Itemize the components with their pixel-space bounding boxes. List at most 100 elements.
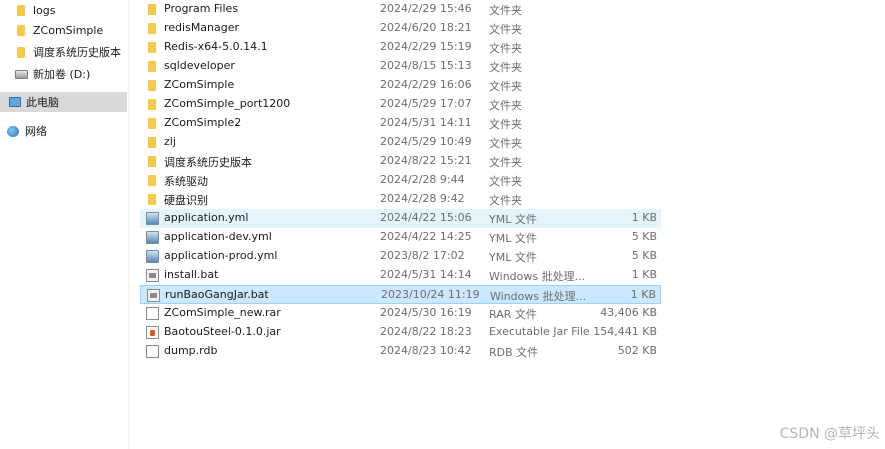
sidebar-item-logs[interactable]: logs <box>0 0 127 20</box>
folder-icon <box>17 24 25 36</box>
file-date: 2024/5/29 10:49 <box>380 135 472 148</box>
file-name: dump.rdb <box>164 344 218 357</box>
file-type: YML 文件 <box>489 213 537 226</box>
file-date: 2024/8/23 10:42 <box>380 344 472 357</box>
file-name: sqldeveloper <box>164 59 235 72</box>
file-name: application.yml <box>164 211 249 224</box>
file-size: 5 KB <box>631 230 657 243</box>
file-row[interactable]: Redis-x64-5.0.14.1 2024/2/29 15:19 文件夹 <box>140 38 661 57</box>
file-size: 154,441 KB <box>593 325 657 338</box>
file-type: 文件夹 <box>489 156 522 169</box>
file-type: 文件夹 <box>489 80 522 93</box>
file-type: 文件夹 <box>489 61 522 74</box>
file-row[interactable]: BaotouSteel-0.1.0.jar 2024/8/22 18:23 Ex… <box>140 323 661 342</box>
navigation-pane: logs ZComSimple 调度系统历史版本 新加卷 (D:) 此电脑 网络 <box>0 0 127 449</box>
file-name: ZComSimple2 <box>164 116 242 129</box>
file-row[interactable]: install.bat 2024/5/31 14:14 Windows 批处理.… <box>140 266 661 285</box>
file-date: 2024/2/28 9:42 <box>380 192 465 205</box>
file-row[interactable]: application-dev.yml 2024/4/22 14:25 YML … <box>140 228 661 247</box>
file-name: zlj <box>164 135 176 148</box>
file-date: 2024/5/29 17:07 <box>380 97 472 110</box>
folder-icon <box>17 46 25 58</box>
file-type: Windows 批处理... <box>490 290 587 303</box>
folder-icon <box>148 61 156 72</box>
file-date: 2023/10/24 11:19 <box>381 288 480 301</box>
file-row[interactable]: application-prod.yml 2023/8/2 17:02 YML … <box>140 247 661 266</box>
file-name: ZComSimple_port1200 <box>164 97 291 110</box>
file-type: 文件夹 <box>489 137 522 150</box>
sidebar-item-label: 网络 <box>25 125 47 138</box>
folder-icon <box>148 80 156 91</box>
sidebar-item-drive-d[interactable]: 新加卷 (D:) <box>0 64 127 84</box>
folder-icon <box>148 42 156 53</box>
folder-icon <box>148 99 156 110</box>
file-size: 502 KB <box>617 344 657 357</box>
file-type: YML 文件 <box>489 232 537 245</box>
file-name: 系统驱动 <box>164 175 208 188</box>
file-date: 2024/5/31 14:14 <box>380 268 472 281</box>
watermark: CSDN @草坪头 <box>779 426 880 442</box>
file-date: 2024/2/29 15:46 <box>380 2 472 15</box>
file-name: Redis-x64-5.0.14.1 <box>164 40 268 53</box>
file-type: Windows 批处理... <box>489 270 586 283</box>
file-row[interactable]: sqldeveloper 2024/8/15 15:13 文件夹 <box>140 57 661 76</box>
file-date: 2024/2/29 16:06 <box>380 78 472 91</box>
folder-icon <box>148 4 156 15</box>
file-row[interactable]: zlj 2024/5/29 10:49 文件夹 <box>140 133 661 152</box>
file-type: 文件夹 <box>489 23 522 36</box>
folder-icon <box>148 23 156 34</box>
file-row[interactable]: Program Files 2024/2/29 15:46 文件夹 <box>140 0 661 19</box>
folder-icon <box>148 175 156 186</box>
file-type: 文件夹 <box>489 118 522 131</box>
sidebar-item-zcomsimple[interactable]: ZComSimple <box>0 20 127 40</box>
file-type: 文件夹 <box>489 4 522 17</box>
file-date: 2024/6/20 18:21 <box>380 21 472 34</box>
sidebar-item-label: 新加卷 (D:) <box>33 68 91 81</box>
sidebar-item-network[interactable]: 网络 <box>0 121 127 141</box>
file-date: 2024/5/31 14:11 <box>380 116 472 129</box>
file-row[interactable]: 系统驱动 2024/2/28 9:44 文件夹 <box>140 171 661 190</box>
file-row[interactable]: runBaoGangJar.bat 2023/10/24 11:19 Windo… <box>140 285 661 304</box>
file-row[interactable]: ZComSimple2 2024/5/31 14:11 文件夹 <box>140 114 661 133</box>
folder-icon <box>17 4 25 16</box>
file-size: 1 KB <box>630 288 656 301</box>
file-row[interactable]: 调度系统历史版本 2024/8/22 15:21 文件夹 <box>140 152 661 171</box>
file-name: 调度系统历史版本 <box>164 156 252 169</box>
file-date: 2024/8/15 15:13 <box>380 59 472 72</box>
file-row[interactable]: ZComSimple_new.rar 2024/5/30 16:19 RAR 文… <box>140 304 661 323</box>
file-row[interactable]: dump.rdb 2024/8/23 10:42 RDB 文件 502 KB <box>140 342 661 361</box>
file-row[interactable]: redisManager 2024/6/20 18:21 文件夹 <box>140 19 661 38</box>
file-name: Program Files <box>164 2 239 15</box>
file-size: 1 KB <box>631 211 657 224</box>
file-type: 文件夹 <box>489 175 522 188</box>
file-row[interactable]: ZComSimple_port1200 2024/5/29 17:07 文件夹 <box>140 95 661 114</box>
document-icon <box>146 345 159 358</box>
file-type: 文件夹 <box>489 42 522 55</box>
file-name: install.bat <box>164 268 219 281</box>
sidebar-item-label: logs <box>33 3 56 17</box>
file-date: 2024/8/22 18:23 <box>380 325 472 338</box>
file-date: 2024/2/28 9:44 <box>380 173 465 186</box>
sidebar-item-this-pc[interactable]: 此电脑 <box>0 92 127 112</box>
folder-icon <box>148 194 156 205</box>
file-name: application-prod.yml <box>164 249 278 262</box>
pane-divider[interactable] <box>128 0 129 449</box>
file-name: application-dev.yml <box>164 230 272 243</box>
yml-file-icon <box>146 250 159 263</box>
file-name: redisManager <box>164 21 240 34</box>
file-size: 5 KB <box>631 249 657 262</box>
file-type: RAR 文件 <box>489 308 537 321</box>
network-icon <box>7 125 19 137</box>
sidebar-item-label: 调度系统历史版本 <box>33 46 121 59</box>
file-row[interactable]: ZComSimple 2024/2/29 16:06 文件夹 <box>140 76 661 95</box>
file-row[interactable]: 硬盘识别 2024/2/28 9:42 文件夹 <box>140 190 661 209</box>
file-type: Executable Jar File <box>489 325 589 338</box>
sidebar-item-label: ZComSimple <box>33 23 104 37</box>
batch-file-icon <box>146 269 159 282</box>
jar-file-icon <box>146 326 159 339</box>
file-type: 文件夹 <box>489 194 522 207</box>
file-row[interactable]: application.yml 2024/4/22 15:06 YML 文件 1… <box>140 209 661 228</box>
file-name: BaotouSteel-0.1.0.jar <box>164 325 281 338</box>
sidebar-item-history-versions[interactable]: 调度系统历史版本 <box>0 42 127 62</box>
file-type: YML 文件 <box>489 251 537 264</box>
